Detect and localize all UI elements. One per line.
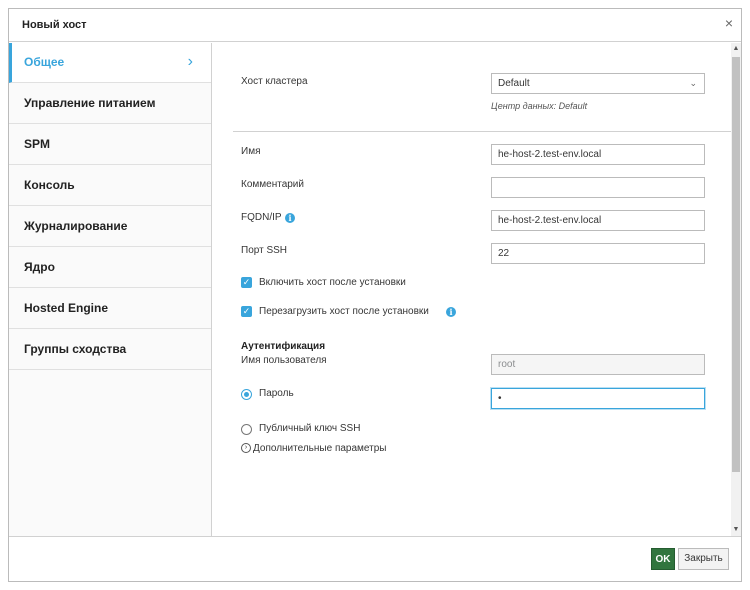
scroll-up-icon[interactable]: ▲ bbox=[732, 45, 740, 53]
reboot-after-install-label: Перезагрузить хост после установки bbox=[259, 306, 429, 317]
content-scrollbar[interactable]: ▲ ▼ bbox=[731, 43, 741, 536]
general-tab-content: Хост кластера Default ⌄ Центр данных: De… bbox=[213, 43, 731, 536]
reboot-after-install-checkbox[interactable]: ✓ bbox=[241, 306, 252, 317]
new-host-dialog: Новый хост × Общее › Управление питанием… bbox=[8, 8, 742, 582]
sidebar-item-label: Hosted Engine bbox=[24, 301, 109, 315]
data-center-hint: Центр данных: Default bbox=[491, 101, 588, 111]
sidebar-item-general[interactable]: Общее › bbox=[9, 43, 211, 83]
cluster-select-value: Default bbox=[498, 78, 530, 89]
password-label: Пароль bbox=[259, 388, 294, 399]
password-radio[interactable] bbox=[241, 389, 252, 400]
dialog-header: Новый хост × bbox=[9, 9, 741, 42]
close-button[interactable]: Закрыть bbox=[678, 548, 729, 570]
chevron-down-icon: ⌄ bbox=[689, 78, 697, 88]
sidebar-item-power-management[interactable]: Управление питанием bbox=[9, 83, 211, 124]
sidebar-item-label: Общее bbox=[24, 55, 65, 69]
username-input: root bbox=[491, 354, 705, 375]
ssh-key-radio[interactable] bbox=[241, 424, 252, 435]
sidebar: Общее › Управление питанием SPM Консоль … bbox=[9, 43, 212, 536]
cluster-select[interactable]: Default ⌄ bbox=[491, 73, 705, 94]
dialog-title: Новый хост bbox=[22, 19, 87, 31]
chevron-right-icon: › bbox=[187, 53, 193, 70]
ok-button[interactable]: OK bbox=[651, 548, 675, 570]
sidebar-item-affinity-groups[interactable]: Группы сходства bbox=[9, 329, 211, 370]
ssh-port-input[interactable]: 22 bbox=[491, 243, 705, 264]
ssh-key-label: Публичный ключ SSH bbox=[259, 423, 361, 434]
sidebar-item-console[interactable]: Консоль bbox=[9, 165, 211, 206]
sidebar-item-label: Управление питанием bbox=[24, 96, 156, 110]
activate-after-install-label: Включить хост после установки bbox=[259, 277, 406, 288]
scroll-down-icon[interactable]: ▼ bbox=[732, 526, 740, 534]
advanced-params-link[interactable]: Дополнительные параметры bbox=[253, 443, 386, 454]
cluster-label: Хост кластера bbox=[241, 76, 308, 87]
activate-after-install-checkbox[interactable]: ✓ bbox=[241, 277, 252, 288]
sidebar-item-label: Журналирование bbox=[24, 219, 128, 233]
auth-section-title: Аутентификация bbox=[241, 341, 326, 352]
name-label: Имя bbox=[241, 146, 261, 157]
fqdn-label: FQDN/IP bbox=[241, 212, 282, 223]
sidebar-item-kernel[interactable]: Ядро bbox=[9, 247, 211, 288]
name-input[interactable]: he-host-2.test-env.local bbox=[491, 144, 705, 165]
info-icon[interactable]: i bbox=[285, 213, 295, 223]
sidebar-item-label: Консоль bbox=[24, 178, 75, 192]
password-input[interactable]: • bbox=[491, 388, 705, 409]
ssh-port-label: Порт SSH bbox=[241, 245, 288, 256]
comment-label: Комментарий bbox=[241, 179, 304, 190]
info-icon[interactable]: i bbox=[446, 307, 456, 317]
close-icon[interactable]: × bbox=[725, 15, 733, 31]
sidebar-item-label: Ядро bbox=[24, 260, 55, 274]
sidebar-item-hosted-engine[interactable]: Hosted Engine bbox=[9, 288, 211, 329]
section-divider bbox=[233, 131, 731, 132]
sidebar-item-logging[interactable]: Журналирование bbox=[9, 206, 211, 247]
comment-input[interactable] bbox=[491, 177, 705, 198]
sidebar-item-label: Группы сходства bbox=[24, 342, 127, 356]
expand-icon[interactable]: › bbox=[241, 443, 251, 453]
scrollbar-thumb[interactable] bbox=[732, 57, 740, 472]
sidebar-item-spm[interactable]: SPM bbox=[9, 124, 211, 165]
sidebar-item-label: SPM bbox=[24, 137, 51, 151]
fqdn-input[interactable]: he-host-2.test-env.local bbox=[491, 210, 705, 231]
username-label: Имя пользователя bbox=[241, 355, 327, 366]
dialog-footer: OK Закрыть bbox=[9, 536, 741, 581]
